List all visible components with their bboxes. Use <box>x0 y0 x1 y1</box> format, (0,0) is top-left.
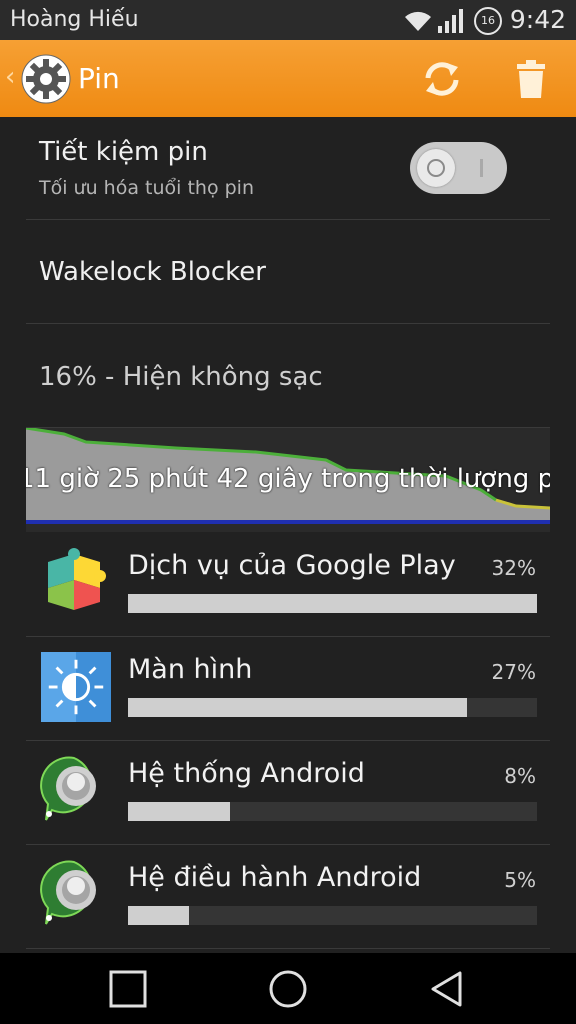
app-percent: 5% <box>504 868 536 892</box>
toggle-knob <box>417 149 455 187</box>
app-percent: 32% <box>491 556 536 580</box>
status-user-name: Hoàng Hiếu <box>10 7 139 32</box>
wakelock-blocker-row[interactable]: Wakelock Blocker <box>26 220 550 324</box>
battery-saver-subtitle: Tối ưu hóa tuổi thọ pin <box>39 177 254 199</box>
app-percent: 8% <box>504 764 536 788</box>
app-name: Hệ điều hành Android <box>128 862 422 893</box>
recents-icon[interactable] <box>107 968 149 1010</box>
battery-graph-caption: 11 giờ 25 phút 42 giây trong thời lượng … <box>26 464 550 494</box>
action-bar: ‹ Pin <box>0 40 576 117</box>
app-name: Dịch vụ của Google Play <box>128 550 456 581</box>
app-usage-row[interactable]: Hệ điều hành Android 5% <box>26 844 550 949</box>
usage-bar-track <box>128 802 537 821</box>
trash-icon[interactable] <box>508 56 554 102</box>
battery-saver-row[interactable]: Tiết kiệm pin Tối ưu hóa tuổi thọ pin <box>26 117 550 220</box>
back-icon[interactable] <box>426 968 468 1010</box>
home-icon[interactable] <box>267 968 309 1010</box>
notification-badge-count: 16 <box>481 14 495 27</box>
app-usage-row[interactable]: Màn hình 27% <box>26 636 550 741</box>
usage-bar-fill <box>128 594 537 613</box>
toggle-on-mark <box>480 159 483 177</box>
refresh-icon[interactable] <box>419 56 465 102</box>
page-title: Pin <box>78 62 120 95</box>
battery-saver-toggle[interactable] <box>410 142 507 194</box>
battery-status-row: 16% - Hiện không sạc <box>26 324 550 428</box>
battery-saver-title: Tiết kiệm pin <box>39 137 208 167</box>
battery-status-text: 16% - Hiện không sạc <box>39 362 323 392</box>
notification-badge-icon: 16 <box>474 7 502 35</box>
status-time: 9:42 <box>509 5 566 34</box>
usage-bar-fill <box>128 698 468 717</box>
screen-brightness-icon <box>41 652 111 722</box>
battery-history-graph[interactable]: 11 giờ 25 phút 42 giây trong thời lượng … <box>26 428 550 532</box>
google-play-services-icon <box>48 548 106 610</box>
app-percent: 27% <box>491 660 536 684</box>
usage-bar-fill <box>128 906 190 925</box>
settings-gear-icon[interactable] <box>20 53 72 105</box>
android-system-icon <box>40 756 96 821</box>
usage-bar-track <box>128 698 537 717</box>
usage-bar-track <box>128 594 537 613</box>
app-usage-row[interactable]: Dịch vụ của Google Play 32% <box>26 532 550 637</box>
navigation-bar <box>0 953 576 1024</box>
usage-bar-track <box>128 906 537 925</box>
usage-bar-fill <box>128 802 231 821</box>
back-chevron-icon[interactable]: ‹ <box>5 62 15 92</box>
app-usage-row[interactable]: Hệ thống Android 8% <box>26 740 550 845</box>
app-name: Hệ thống Android <box>128 758 365 789</box>
android-os-icon <box>40 860 96 925</box>
wakelock-blocker-title: Wakelock Blocker <box>39 257 266 287</box>
status-bar: Hoàng Hiếu 16 9:42 <box>0 0 576 40</box>
screen-on-bar <box>26 520 550 524</box>
app-name: Màn hình <box>128 654 253 685</box>
signal-icon <box>438 9 463 33</box>
wifi-icon <box>405 11 431 31</box>
